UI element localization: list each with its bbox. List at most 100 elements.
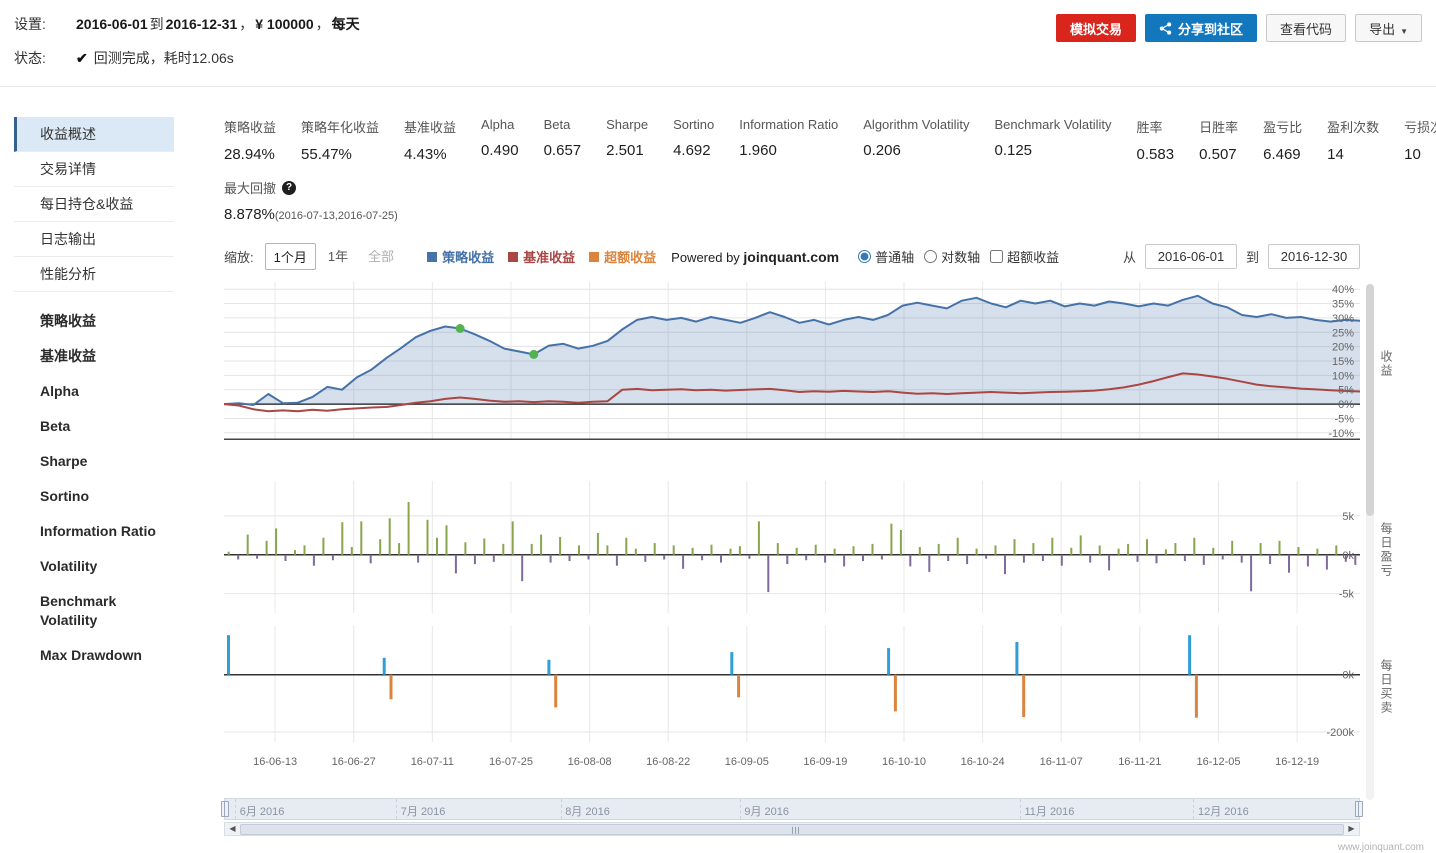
metric-value: 2.501: [606, 142, 644, 159]
daily-pnl-chart-svg: 5k 0k -5k: [224, 481, 1360, 613]
axis-option-label: 对数轴: [941, 250, 981, 265]
daily-pnl-chart[interactable]: 5k 0k -5k: [224, 481, 1360, 618]
metric-column: 策略年化收益 55.47%: [301, 117, 379, 163]
sidebar-metric-link[interactable]: Sharpe: [14, 444, 174, 479]
share-to-community-button[interactable]: 分享到社区: [1145, 14, 1258, 42]
x-axis-tick-label: 16-10-24: [960, 756, 1005, 768]
axis-radio[interactable]: [858, 250, 872, 263]
daily-pnl-axis-title: 每日盈亏: [1379, 521, 1393, 578]
legend-label: 超额收益: [604, 250, 657, 265]
navigator-month-label: 12月 2016: [1197, 806, 1249, 818]
metric-value: 14: [1327, 146, 1344, 163]
excess-return-checkbox[interactable]: [990, 250, 1004, 263]
svg-text:35%: 35%: [1332, 299, 1354, 311]
sidebar-metric-link[interactable]: Sortino: [14, 479, 174, 514]
x-axis-tick-label: 16-09-19: [803, 756, 848, 768]
simulate-trade-button[interactable]: 模拟交易: [1056, 14, 1137, 42]
metric-column: 盈利次数 14: [1327, 117, 1379, 163]
excess-return-label: 超额收益: [1007, 250, 1060, 265]
sidebar-nav-item[interactable]: 收益概述: [14, 117, 174, 152]
vertical-scrollbar-thumb[interactable]: [1366, 284, 1374, 516]
max-drawdown-block: 最大回撤 ? 8.878%(2016-07-13,2016-07-25): [224, 178, 1436, 223]
x-axis-tick-label: 16-11-07: [1039, 756, 1083, 768]
sidebar-metric-link[interactable]: Beta: [14, 409, 174, 444]
svg-text:-10%: -10%: [1328, 428, 1354, 440]
sidebar-metric-link[interactable]: Alpha: [14, 374, 174, 409]
share-icon: [1159, 21, 1172, 35]
axis-radio[interactable]: [924, 250, 938, 263]
zoom-button[interactable]: 全部: [360, 243, 402, 270]
navigator-month-tick: [235, 799, 237, 819]
chart-navigator[interactable]: 6月 2016 7月 2016 8月 2016 9月 2016 11月 2016 12月 …: [221, 798, 1363, 820]
settings-frequency: 每天: [331, 16, 360, 32]
daily-trades-chart[interactable]: 0k -200k: [224, 626, 1360, 747]
axis-option[interactable]: 普通轴: [858, 247, 914, 266]
metric-value: 0.507: [1199, 146, 1237, 163]
scroll-left-icon[interactable]: ◀: [225, 823, 240, 835]
sidebar-nav-item[interactable]: 日志输出: [14, 222, 174, 257]
daily-trades-chart-block: 0k -200k 每日买卖: [224, 626, 1393, 747]
zoom-button[interactable]: 1年: [320, 243, 356, 270]
date-to-input[interactable]: [1268, 244, 1360, 269]
help-icon[interactable]: ?: [282, 180, 297, 195]
horizontal-scrollbar[interactable]: ◀ ▶: [224, 822, 1360, 836]
scrollbar-thumb[interactable]: [240, 823, 1344, 835]
zoom-button[interactable]: 1个月: [264, 243, 316, 270]
sidebar-metric-link[interactable]: 策略收益: [14, 304, 174, 339]
metric-value: 28.94%: [224, 146, 275, 163]
metric-column: Benchmark Volatility 0.125: [994, 117, 1111, 163]
scroll-right-icon[interactable]: ▶: [1344, 823, 1359, 835]
view-code-button[interactable]: 查看代码: [1266, 14, 1347, 42]
returns-chart[interactable]: 40% 35% 30% 25% 20% 15% 10% 5% 0% -5% -10%: [223, 282, 1361, 445]
sidebar-nav-item[interactable]: 每日持仓&收益: [14, 187, 174, 222]
navigator-right-handle[interactable]: [1355, 801, 1363, 817]
x-axis-tick-label: 16-06-27: [331, 756, 376, 768]
metric-value: 10: [1404, 146, 1421, 163]
date-from-input[interactable]: [1144, 244, 1237, 269]
x-axis-tick-label: 16-06-13: [253, 756, 298, 768]
content: 收益概述 交易详情 每日持仓&收益 日志输出 性能分析 策略收益 基准收益 Alpha Beta…: [0, 87, 1436, 853]
metrics-summary: 策略收益 28.94% 策略年化收益 55.47% 基准收益 4.43% Alpha 0.49…: [224, 117, 1436, 163]
vertical-scrollbar[interactable]: [1366, 284, 1374, 800]
metric-label: Beta: [543, 117, 571, 132]
x-axis-tick-label: 16-09-05: [724, 756, 769, 768]
sidebar-nav-item[interactable]: 交易详情: [14, 152, 174, 187]
svg-text:5k: 5k: [1342, 511, 1354, 523]
metric-value: 0.125: [994, 142, 1033, 159]
axis-options: 普通轴 对数轴 超额收益: [858, 247, 1059, 266]
sidebar-nav-item[interactable]: 性能分析: [14, 257, 174, 292]
max-drawdown-label: 最大回撤: [224, 181, 277, 196]
metric-label: Sortino: [673, 117, 715, 132]
svg-text:25%: 25%: [1332, 327, 1354, 339]
sidebar-metric-link[interactable]: Volatility: [14, 549, 174, 584]
sidebar-metric-link[interactable]: Max Drawdown: [14, 638, 174, 673]
export-button[interactable]: 导出 ▼: [1355, 14, 1422, 42]
legend-swatch: [508, 251, 519, 262]
metric-label: 基准收益: [404, 120, 457, 135]
x-axis-tick-label: 16-10-10: [881, 756, 927, 768]
check-icon: ✔: [76, 49, 88, 66]
svg-text:15%: 15%: [1332, 356, 1354, 368]
metric-label: 日胜率: [1199, 120, 1239, 135]
x-axis-tick-label: 16-08-22: [646, 756, 691, 768]
excess-return-option[interactable]: 超额收益: [990, 247, 1059, 266]
metric-column: 盈亏比 6.469: [1263, 117, 1302, 163]
navigator-month-tick: [1193, 799, 1195, 819]
sidebar-metric-link[interactable]: 基准收益: [14, 339, 174, 374]
navigator-left-handle[interactable]: [221, 801, 229, 817]
header-info: 设置: 2016-06-01 到 2016-12-31 ， ¥ 100000 ，…: [14, 14, 360, 82]
navigator-month-label: 11月 2016: [1024, 806, 1075, 818]
navigator-month-label: 7月 2016: [400, 806, 446, 818]
axis-option[interactable]: 对数轴: [924, 247, 980, 266]
sidebar-metric-link[interactable]: Information Ratio: [14, 514, 174, 549]
metric-label: 胜率: [1136, 120, 1163, 135]
settings-row: 设置: 2016-06-01 到 2016-12-31 ， ¥ 100000 ，…: [14, 14, 360, 34]
settings-separator: ，: [315, 16, 330, 32]
legend-item[interactable]: 基准收益: [508, 247, 575, 266]
svg-text:0%: 0%: [1338, 399, 1354, 411]
sidebar-metric-link[interactable]: Benchmark Volatility: [14, 584, 174, 638]
legend-item[interactable]: 超额收益: [589, 247, 656, 266]
legend-item[interactable]: 策略收益: [427, 247, 494, 266]
returns-axis-title: 收益: [1379, 349, 1393, 378]
metric-value: 0.490: [481, 142, 519, 159]
